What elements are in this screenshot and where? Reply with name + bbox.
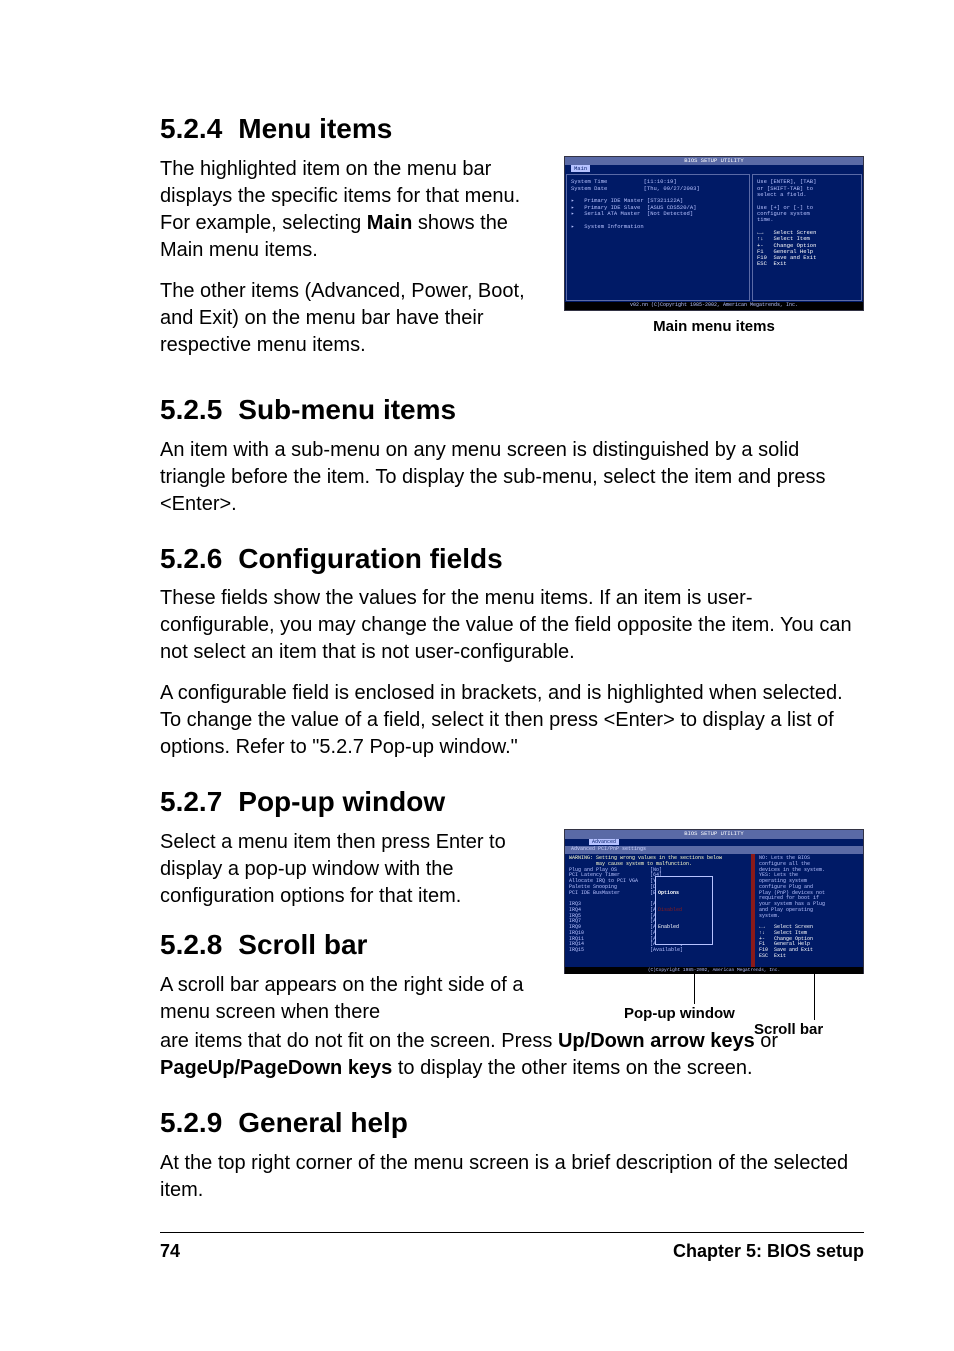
- bios-popup: Options Disabled Enabled: [655, 876, 713, 945]
- bios2-left: WARNING: Setting wrong values in the sec…: [565, 854, 751, 967]
- para-526b: A configurable field is enclosed in brac…: [160, 680, 864, 761]
- bios-main-right: Use [ENTER], [TAB] or [SHIFT-TAB] to sel…: [752, 174, 862, 301]
- secnum-529: 5.2.9: [160, 1107, 222, 1138]
- tab-main: Main: [571, 165, 590, 172]
- bios-keys: ←→ Select Screen ↑↓ Select Item +- Chang…: [757, 229, 816, 268]
- para-526a: These fields show the values for the men…: [160, 585, 864, 666]
- title-524: Menu items: [238, 113, 392, 144]
- title-528: Scroll bar: [238, 929, 367, 960]
- bios-help-text: Use [ENTER], [TAB] or [SHIFT-TAB] to sel…: [757, 178, 816, 223]
- title-529: General help: [238, 1107, 408, 1138]
- heading-527: 5.2.7 Pop-up window: [160, 783, 864, 821]
- bios2-warning: WARNING: Setting wrong values in the sec…: [569, 855, 722, 867]
- heading-524: 5.2.4 Menu items: [160, 110, 864, 148]
- heading-526: 5.2.6 Configuration fields: [160, 540, 864, 578]
- popup-option-enabled: Enabled: [658, 925, 710, 931]
- popup-title: Options: [658, 891, 710, 897]
- bios2-right: NO: Lets the BIOS configure all the devi…: [751, 854, 863, 967]
- para-528a: A scroll bar appears on the right side o…: [160, 972, 546, 1026]
- page-number: 74: [160, 1239, 180, 1263]
- bios2-help: NO: Lets the BIOS configure all the devi…: [759, 855, 825, 919]
- heading-529: 5.2.9 General help: [160, 1104, 864, 1142]
- secnum-528: 5.2.8: [160, 929, 222, 960]
- para-528b-post: to display the other items on the screen…: [392, 1057, 752, 1079]
- scroll-callout-line: [814, 974, 815, 1020]
- bios-advanced-screenshot: BIOS SETUP UTILITY Advanced Advanced PCI…: [564, 829, 864, 974]
- title-525: Sub-menu items: [238, 394, 456, 425]
- para-528b-pre: are items that do not fit on the screen.…: [160, 1030, 558, 1052]
- fig2-caption-popup: Pop-up window: [624, 1004, 735, 1024]
- tab-advanced: Advanced: [589, 839, 619, 845]
- page-footer: 74 Chapter 5: BIOS setup: [0, 1233, 954, 1263]
- bios-main-screenshot: BIOS SETUP UTILITY Main System Time [11:…: [564, 156, 864, 311]
- bios2-tabs: Advanced: [565, 839, 863, 847]
- bios-tabs: Main: [565, 165, 863, 173]
- bios-main-left: System Time [11:10:19] System Date [Thu,…: [566, 174, 750, 301]
- popup-option-disabled: Disabled: [658, 908, 710, 914]
- secnum-525: 5.2.5: [160, 394, 222, 425]
- bios2-copyright: (C)Copyright 1985-2002, American Megatre…: [565, 967, 863, 974]
- heading-528: 5.2.8 Scroll bar: [160, 926, 546, 964]
- fig2-caption-scroll: Scroll bar: [754, 1020, 831, 1040]
- secnum-526: 5.2.6: [160, 543, 222, 574]
- para-528b-b1: Up/Down arrow keys: [558, 1030, 755, 1052]
- secnum-527: 5.2.7: [160, 786, 222, 817]
- chapter-label: Chapter 5: BIOS setup: [673, 1239, 864, 1263]
- popup-callout-line: [694, 974, 695, 1004]
- para-527: Select a menu item then press Enter to d…: [160, 829, 546, 910]
- para-529: At the top right corner of the menu scre…: [160, 1150, 864, 1204]
- secnum-524: 5.2.4: [160, 113, 222, 144]
- bios-copyright: v02.nn (C)Copyright 1985-2002, American …: [565, 302, 863, 310]
- bios-title-bar: BIOS SETUP UTILITY: [565, 157, 863, 165]
- fig1-caption: Main menu items: [564, 317, 864, 337]
- title-526: Configuration fields: [238, 543, 502, 574]
- heading-525: 5.2.5 Sub-menu items: [160, 391, 864, 429]
- para-524a: The highlighted item on the menu bar dis…: [160, 156, 546, 264]
- bios2-title-bar: BIOS SETUP UTILITY: [565, 830, 863, 838]
- bios2-subtitle: Advanced PCI/PnP settings: [565, 846, 863, 854]
- para-525: An item with a sub-menu on any menu scre…: [160, 437, 864, 518]
- para-524a-bold: Main: [367, 212, 413, 234]
- para-524b: The other items (Advanced, Power, Boot, …: [160, 278, 546, 359]
- bios2-keys: ←→ Select Screen ↑↓ Select Item +- Chang…: [759, 924, 813, 959]
- title-527: Pop-up window: [238, 786, 445, 817]
- para-528b-b2: PageUp/PageDown keys: [160, 1057, 392, 1079]
